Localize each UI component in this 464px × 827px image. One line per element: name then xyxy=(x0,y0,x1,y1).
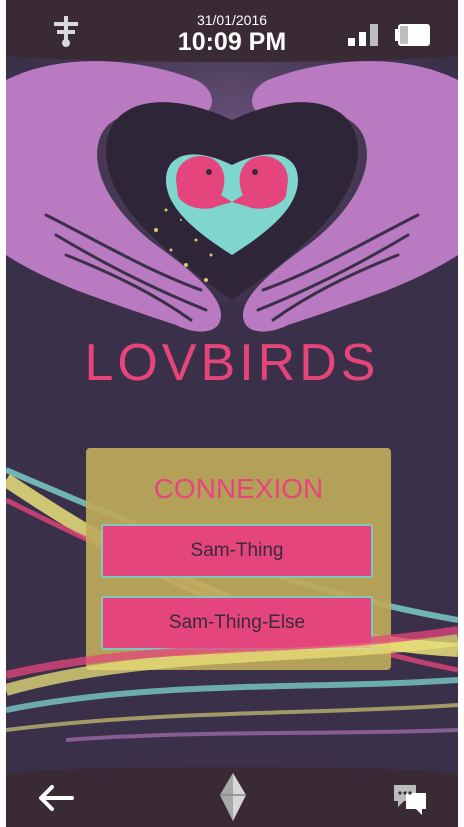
status-date: 31/01/2016 xyxy=(196,12,268,28)
navigation-bar xyxy=(6,767,458,827)
login-panel: CONNEXION Sam-Thing Sam-Thing-Else xyxy=(86,448,391,670)
chat-icon[interactable] xyxy=(390,781,430,817)
login-heading: CONNEXION xyxy=(153,473,324,504)
app-title: LOVBIRDS xyxy=(84,334,380,392)
status-time: 10:09 PM xyxy=(177,28,287,56)
signal-icon xyxy=(348,24,378,46)
battery-icon xyxy=(395,24,430,46)
user-button-sam-thing[interactable]: Sam-Thing xyxy=(101,524,373,578)
status-bar: 31/01/2016 10:09 PM xyxy=(6,0,458,62)
user-button-sam-thing-else[interactable]: Sam-Thing-Else xyxy=(101,596,373,650)
phone-screen: 31/01/2016 10:09 PM LOVBIRDS CONNEXION S… xyxy=(6,0,458,827)
diamond-home-icon[interactable] xyxy=(218,771,248,823)
back-arrow-icon[interactable] xyxy=(36,783,76,813)
